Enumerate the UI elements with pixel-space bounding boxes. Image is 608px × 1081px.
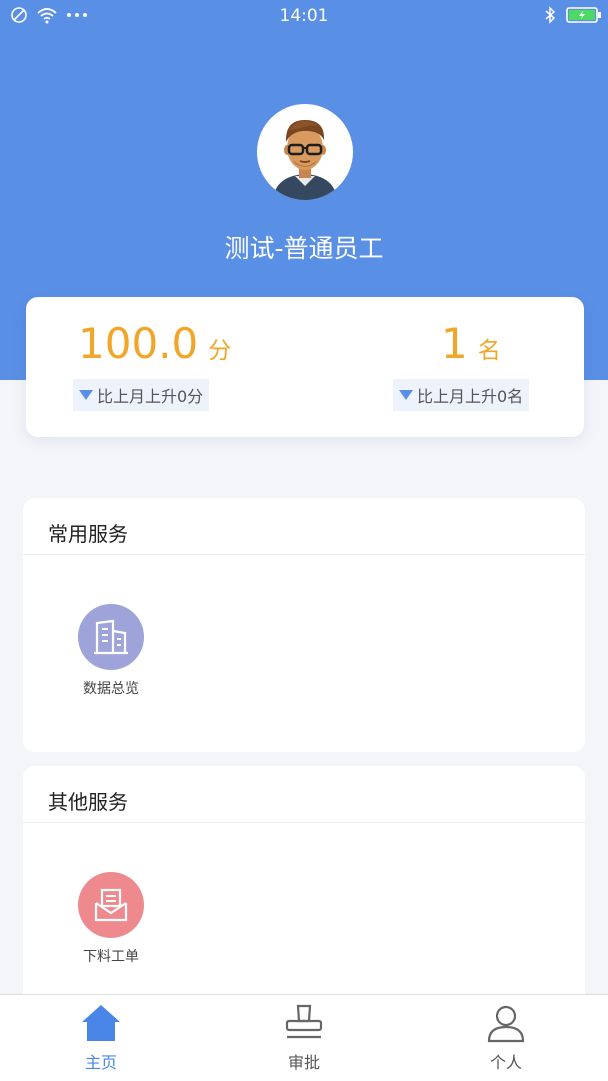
status-bar: 14:01 — [0, 0, 608, 34]
section-title: 常用服务 — [23, 498, 585, 555]
home-icon — [79, 1005, 123, 1047]
nav-approval[interactable]: 审批 — [244, 1003, 364, 1073]
score-unit: 分 — [208, 338, 232, 364]
common-services-section: 常用服务 数据总览 — [23, 498, 585, 752]
building-icon — [78, 604, 144, 670]
rank-change-text: 比上月上升0名 — [417, 387, 524, 406]
other-services-section: 其他服务 下料工单 — [23, 766, 585, 1006]
status-time: 14:01 — [279, 6, 329, 26]
rank-unit: 名 — [477, 338, 501, 364]
bluetooth-icon — [544, 6, 556, 29]
avatar[interactable] — [257, 104, 353, 200]
service-label: 下料工单 — [83, 949, 139, 965]
service-label: 数据总览 — [83, 681, 139, 697]
nav-home[interactable]: 主页 — [41, 1003, 161, 1073]
section-title: 其他服务 — [23, 766, 585, 823]
service-material-order[interactable]: 下料工单 — [61, 872, 161, 966]
rank-change-badge: 比上月上升0名 — [393, 379, 530, 411]
bottom-nav: 主页 审批 个人 — [0, 994, 608, 1081]
down-triangle-icon — [399, 390, 413, 400]
nav-label: 个人 — [489, 1053, 522, 1072]
nav-label: 审批 — [287, 1053, 320, 1072]
user-name: 测试-普通员工 — [224, 234, 384, 263]
score-stat: 100.0 分 — [78, 319, 231, 368]
score-change-badge: 比上月上升0分 — [73, 379, 210, 411]
battery-charging-icon — [566, 6, 602, 29]
person-icon — [484, 1005, 528, 1047]
service-data-overview[interactable]: 数据总览 — [61, 604, 161, 698]
down-triangle-icon — [79, 390, 93, 400]
rank-stat: 1 名 — [441, 319, 501, 368]
stats-card: 100.0 分 比上月上升0分 1 名 比上月上升0名 — [26, 297, 584, 437]
nav-label: 主页 — [84, 1053, 117, 1072]
score-change-text: 比上月上升0分 — [97, 387, 204, 406]
stamp-icon — [282, 1004, 326, 1047]
rank-value: 1 — [441, 319, 468, 368]
nav-personal[interactable]: 个人 — [446, 1003, 566, 1073]
score-value: 100.0 — [78, 319, 199, 368]
mail-document-icon — [78, 872, 144, 938]
